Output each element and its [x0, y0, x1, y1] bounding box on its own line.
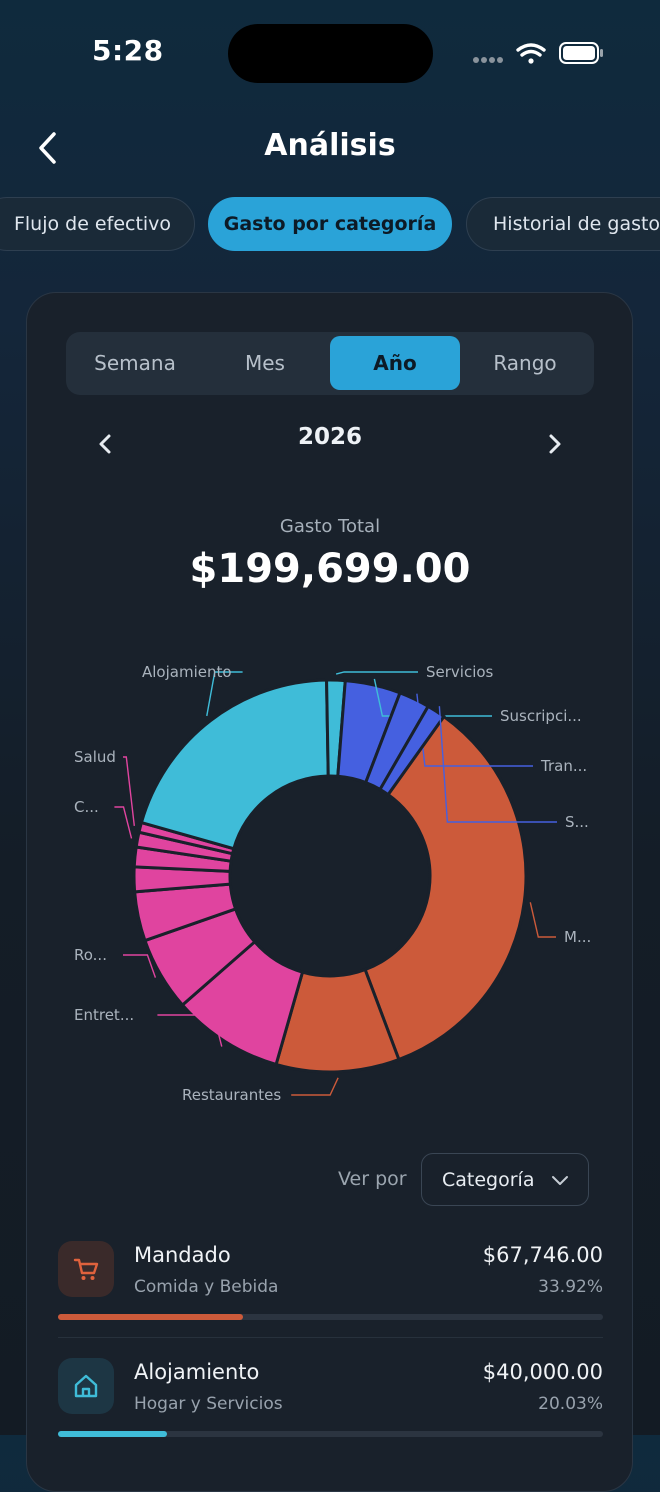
period-label: Año: [373, 351, 417, 375]
category-percent: 33.92%: [538, 1277, 603, 1297]
category-donut-chart: M... Restaurantes Entret... Ro... C... Salud A…: [74, 663, 591, 1104]
slice-label: M...: [564, 928, 591, 946]
slice-label: Entret...: [74, 1006, 134, 1024]
page-title: Análisis: [264, 128, 396, 163]
category-row-alojamiento[interactable]: Alojamiento Hogar y Servicios $40,000.00…: [58, 1358, 603, 1476]
analysis-tabs: Flujo de efectivo Gasto por categoría Hi…: [0, 197, 660, 253]
tab-label: Flujo de efectivo: [13, 213, 172, 235]
battery-icon: [559, 42, 603, 64]
category-name: Alojamiento: [134, 1360, 260, 1384]
chevron-down-icon: [552, 1176, 568, 1185]
view-by-dropdown[interactable]: Categoría: [421, 1153, 589, 1206]
status-icons: [473, 42, 603, 64]
total-value: $199,699.00: [189, 546, 471, 592]
category-amount: $67,746.00: [482, 1243, 603, 1267]
next-year-button[interactable]: [535, 424, 575, 464]
category-amount: $40,000.00: [482, 1360, 603, 1384]
category-group: Comida y Bebida: [134, 1277, 279, 1297]
slice-label: Tran...: [540, 757, 587, 775]
leader-line: [123, 756, 136, 826]
cellular-signal-icon: [473, 57, 503, 63]
category-progress-track: [58, 1314, 603, 1320]
period-selector: Semana Mes Año Rango: [66, 332, 594, 395]
category-name: Mandado: [134, 1243, 231, 1267]
period-week[interactable]: Semana: [70, 336, 200, 390]
period-year[interactable]: Año: [330, 336, 460, 390]
view-by-value: Categoría: [442, 1168, 535, 1191]
slice-label: Salud: [74, 748, 116, 766]
row-divider: [58, 1337, 603, 1338]
leader-line: [529, 902, 556, 938]
slice-label: S...: [565, 813, 589, 831]
category-percent: 20.03%: [538, 1394, 603, 1414]
slice-label: Ro...: [74, 946, 107, 964]
donut-slice[interactable]: [139, 678, 330, 851]
tab-label: Gasto por categoría: [223, 213, 437, 235]
slice-label: Servicios: [426, 663, 494, 681]
category-progress-fill: [58, 1314, 243, 1320]
tab-spending-history[interactable]: Historial de gastos: [466, 197, 660, 251]
view-by-label: Ver por: [338, 1168, 407, 1190]
period-label: Mes: [245, 351, 285, 375]
period-label: Semana: [94, 351, 176, 375]
total-label: Gasto Total: [279, 516, 381, 537]
period-range[interactable]: Rango: [460, 336, 590, 390]
wifi-icon: [516, 43, 546, 64]
slice-label: C...: [74, 798, 99, 816]
slice-label: Alojamiento: [142, 663, 232, 681]
period-month[interactable]: Mes: [200, 336, 330, 390]
tab-label: Historial de gastos: [493, 213, 660, 235]
period-label: Rango: [493, 351, 557, 375]
category-progress-fill: [58, 1431, 168, 1437]
leader-line: [291, 1077, 339, 1096]
home-icon: [58, 1358, 114, 1414]
chevron-right-icon: [549, 434, 561, 454]
status-time: 5:28: [92, 34, 164, 67]
slice-label: Suscripci...: [500, 707, 582, 725]
leader-line: [335, 671, 418, 675]
leader-line: [114, 806, 133, 839]
category-row-mandado[interactable]: Mandado Comida y Bebida $67,746.00 33.92…: [58, 1241, 603, 1359]
category-group: Hogar y Servicios: [134, 1394, 283, 1414]
tab-cash-flow[interactable]: Flujo de efectivo: [0, 197, 195, 251]
dynamic-island: [228, 24, 433, 83]
tab-spending-by-category[interactable]: Gasto por categoría: [208, 197, 452, 251]
slice-label: Restaurantes: [182, 1086, 281, 1104]
category-progress-track: [58, 1431, 603, 1437]
cart-icon: [58, 1241, 114, 1297]
